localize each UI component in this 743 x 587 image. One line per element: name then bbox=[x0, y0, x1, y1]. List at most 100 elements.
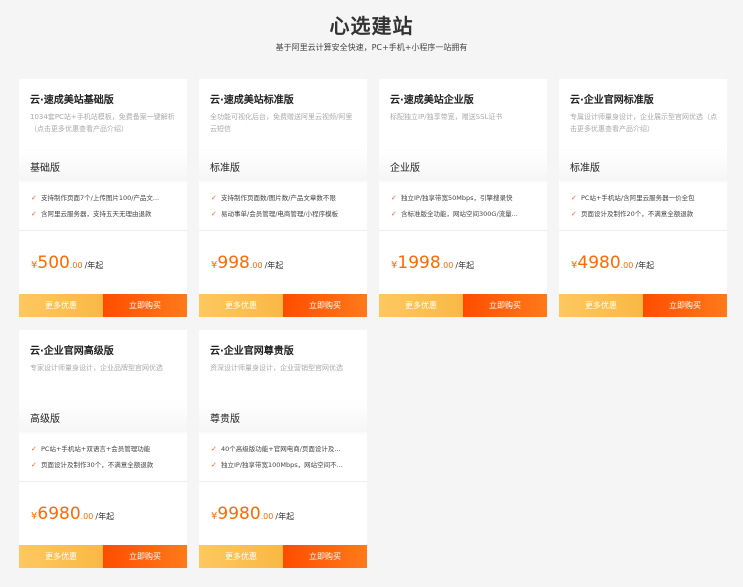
feature-text: 独立IP/独享带宽50Mbps，引擎搜录快 bbox=[401, 194, 513, 202]
more-offers-button[interactable]: 更多优惠 bbox=[379, 294, 463, 317]
card-description: 专属设计师量身设计，企业展示型官网优选（点击更多优惠查看产品介绍） bbox=[570, 113, 717, 133]
price-unit: /年起 bbox=[455, 261, 475, 270]
feature-item: ✓ PC站+手机站/含阿里云服务器一价全包 bbox=[571, 190, 721, 206]
check-icon: ✓ bbox=[571, 194, 577, 202]
price-unit: /年起 bbox=[95, 512, 115, 521]
card-title: 云·速成美站标准版 bbox=[210, 95, 294, 106]
page-subtitle: 基于阿里云计算安全快速，PC+手机+小程序一站拥有 bbox=[275, 43, 468, 52]
buy-now-button[interactable]: 立即购买 bbox=[103, 545, 187, 568]
buy-now-button[interactable]: 立即购买 bbox=[283, 545, 367, 568]
feature-text: 独立IP/独享带宽100Mbps，网站空间不... bbox=[221, 461, 343, 469]
price-integer: 998 bbox=[217, 253, 250, 273]
buy-now-button[interactable]: 立即购买 bbox=[643, 294, 727, 317]
feature-item: ✓ 页面设计及制作20个，不满意全额退款 bbox=[571, 206, 721, 222]
feature-item: ✓ 40个高级版功能+官网电商/页面设计及... bbox=[211, 441, 361, 457]
product-card-official-standard: 云·企业官网标准版 专属设计师量身设计，企业展示型官网优选（点击更多优惠查看产品… bbox=[559, 79, 727, 317]
more-offers-button[interactable]: 更多优惠 bbox=[199, 545, 283, 568]
more-offers-button[interactable]: 更多优惠 bbox=[559, 294, 643, 317]
tier-label: 尊贵版 bbox=[210, 414, 240, 425]
feature-item: ✓ 含标准版全功能，网站空间300G/流量... bbox=[391, 206, 541, 222]
price-integer: 4980 bbox=[577, 253, 621, 273]
divider bbox=[199, 481, 367, 482]
card-description: 全功能可视化后台，免费赠送阿里云视频/阿里云短信 bbox=[210, 113, 353, 133]
check-icon: ✓ bbox=[211, 461, 217, 469]
check-icon: ✓ bbox=[31, 445, 37, 453]
feature-text: 40个高级版功能+官网电商/页面设计及... bbox=[221, 445, 341, 453]
tier-band: 高级版 bbox=[19, 402, 187, 431]
price-unit: /年起 bbox=[264, 261, 284, 270]
page-title: 心选建站 bbox=[329, 14, 414, 38]
feature-text: 页面设计及制作20个，不满意全额退款 bbox=[581, 210, 694, 218]
check-icon: ✓ bbox=[211, 445, 217, 453]
feature-item: ✓ 含阿里云服务器，支持五天无理由退款 bbox=[31, 206, 181, 222]
more-offers-button[interactable]: 更多优惠 bbox=[19, 294, 103, 317]
price-decimal: .00 bbox=[620, 261, 634, 270]
card-title: 云·速成美站企业版 bbox=[390, 95, 474, 106]
feature-text: 页面设计及制作30个，不满意全额退款 bbox=[41, 461, 154, 469]
price: ¥9980.00/年起 bbox=[211, 504, 294, 524]
check-icon: ✓ bbox=[31, 210, 37, 218]
divider bbox=[379, 230, 547, 231]
product-card-official-premium: 云·企业官网尊贵版 资深设计师量身设计，企业营销型官网优选 尊贵版 ✓ 40个高级… bbox=[199, 330, 367, 568]
feature-item: ✓ 支持制作页面7个/上传图片100/产品文... bbox=[31, 190, 181, 206]
product-card-enterprise: 云·速成美站企业版 标配独立IP/独享带宽，赠送SSL证书 企业版 ✓ 独立IP/… bbox=[379, 79, 547, 317]
price-integer: 6980 bbox=[37, 504, 81, 524]
divider bbox=[19, 481, 187, 482]
feature-item: ✓ 支持制作页面数/图片数/产品文章数不限 bbox=[211, 190, 361, 206]
feature-text: 易动事单/会员管理/电商管理/小程序模板 bbox=[221, 210, 339, 218]
price-unit: /年起 bbox=[84, 261, 104, 270]
tier-label: 企业版 bbox=[390, 163, 420, 174]
divider bbox=[19, 230, 187, 231]
feature-text: 含标准版全功能，网站空间300G/流量... bbox=[401, 210, 518, 218]
card-description: 专家设计师量身设计，企业品牌型官网优选 bbox=[30, 364, 163, 372]
price: ¥500.00/年起 bbox=[31, 253, 103, 273]
tier-label: 标准版 bbox=[570, 163, 600, 174]
more-offers-button[interactable]: 更多优惠 bbox=[199, 294, 283, 317]
product-card-standard: 云·速成美站标准版 全功能可视化后台，免费赠送阿里云视频/阿里云短信 标准版 ✓… bbox=[199, 79, 367, 317]
price-decimal: .00 bbox=[249, 261, 263, 270]
price: ¥998.00/年起 bbox=[211, 253, 283, 273]
tier-label: 标准版 bbox=[210, 163, 240, 174]
feature-text: PC站+手机站+双语言+会员管理功能 bbox=[41, 445, 151, 453]
feature-item: ✓ PC站+手机站+双语言+会员管理功能 bbox=[31, 441, 181, 457]
feature-text: PC站+手机站/含阿里云服务器一价全包 bbox=[581, 194, 695, 202]
feature-item: ✓ 独立IP/独享带宽50Mbps，引擎搜录快 bbox=[391, 190, 541, 206]
feature-item: ✓ 独立IP/独享带宽100Mbps，网站空间不... bbox=[211, 457, 361, 473]
card-title: 云·企业官网高级版 bbox=[30, 346, 114, 357]
feature-list: ✓ PC站+手机站+双语言+会员管理功能 ✓ 页面设计及制作30个，不满意全额退款 bbox=[31, 441, 181, 473]
check-icon: ✓ bbox=[571, 210, 577, 218]
divider bbox=[199, 230, 367, 231]
buy-now-button[interactable]: 立即购买 bbox=[283, 294, 367, 317]
feature-list: ✓ 支持制作页面7个/上传图片100/产品文... ✓ 含阿里云服务器，支持五天无理… bbox=[31, 190, 181, 222]
feature-text: 支持制作页面数/图片数/产品文章数不限 bbox=[221, 194, 336, 202]
tier-band: 企业版 bbox=[379, 151, 547, 180]
card-title: 云·企业官网尊贵版 bbox=[210, 346, 294, 357]
feature-text: 含阿里云服务器，支持五天无理由退款 bbox=[41, 210, 152, 218]
check-icon: ✓ bbox=[391, 194, 397, 202]
check-icon: ✓ bbox=[31, 194, 37, 202]
buy-now-button[interactable]: 立即购买 bbox=[463, 294, 547, 317]
divider bbox=[559, 230, 727, 231]
price: ¥4980.00/年起 bbox=[571, 253, 654, 273]
price-decimal: .00 bbox=[69, 261, 83, 270]
card-title: 云·速成美站基础版 bbox=[30, 95, 114, 106]
card-title: 云·企业官网标准版 bbox=[570, 95, 654, 106]
buy-now-button[interactable]: 立即购买 bbox=[103, 294, 187, 317]
product-card-basic: 云·速成美站基础版 1034套PC站+手机站模板，免费备案一键解析（点击更多优惠… bbox=[19, 79, 187, 317]
product-card-official-advanced: 云·企业官网高级版 专家设计师量身设计，企业品牌型官网优选 高级版 ✓ PC站+手… bbox=[19, 330, 187, 568]
check-icon: ✓ bbox=[31, 461, 37, 469]
feature-item: ✓ 页面设计及制作30个，不满意全额退款 bbox=[31, 457, 181, 473]
feature-list: ✓ 独立IP/独享带宽50Mbps，引擎搜录快 ✓ 含标准版全功能，网站空间300G… bbox=[391, 190, 541, 222]
check-icon: ✓ bbox=[211, 194, 217, 202]
check-icon: ✓ bbox=[391, 210, 397, 218]
more-offers-button[interactable]: 更多优惠 bbox=[19, 545, 103, 568]
tier-label: 高级版 bbox=[30, 414, 60, 425]
card-description: 1034套PC站+手机站模板，免费备案一键解析（点击更多优惠查看产品介绍） bbox=[30, 113, 175, 133]
card-description: 资深设计师量身设计，企业营销型官网优选 bbox=[210, 364, 343, 372]
tier-band: 标准版 bbox=[199, 151, 367, 180]
feature-text: 支持制作页面7个/上传图片100/产品文... bbox=[41, 194, 160, 202]
price-integer: 9980 bbox=[217, 504, 261, 524]
price-integer: 500 bbox=[37, 253, 70, 273]
tier-band: 尊贵版 bbox=[199, 402, 367, 431]
tier-band: 标准版 bbox=[559, 151, 727, 180]
